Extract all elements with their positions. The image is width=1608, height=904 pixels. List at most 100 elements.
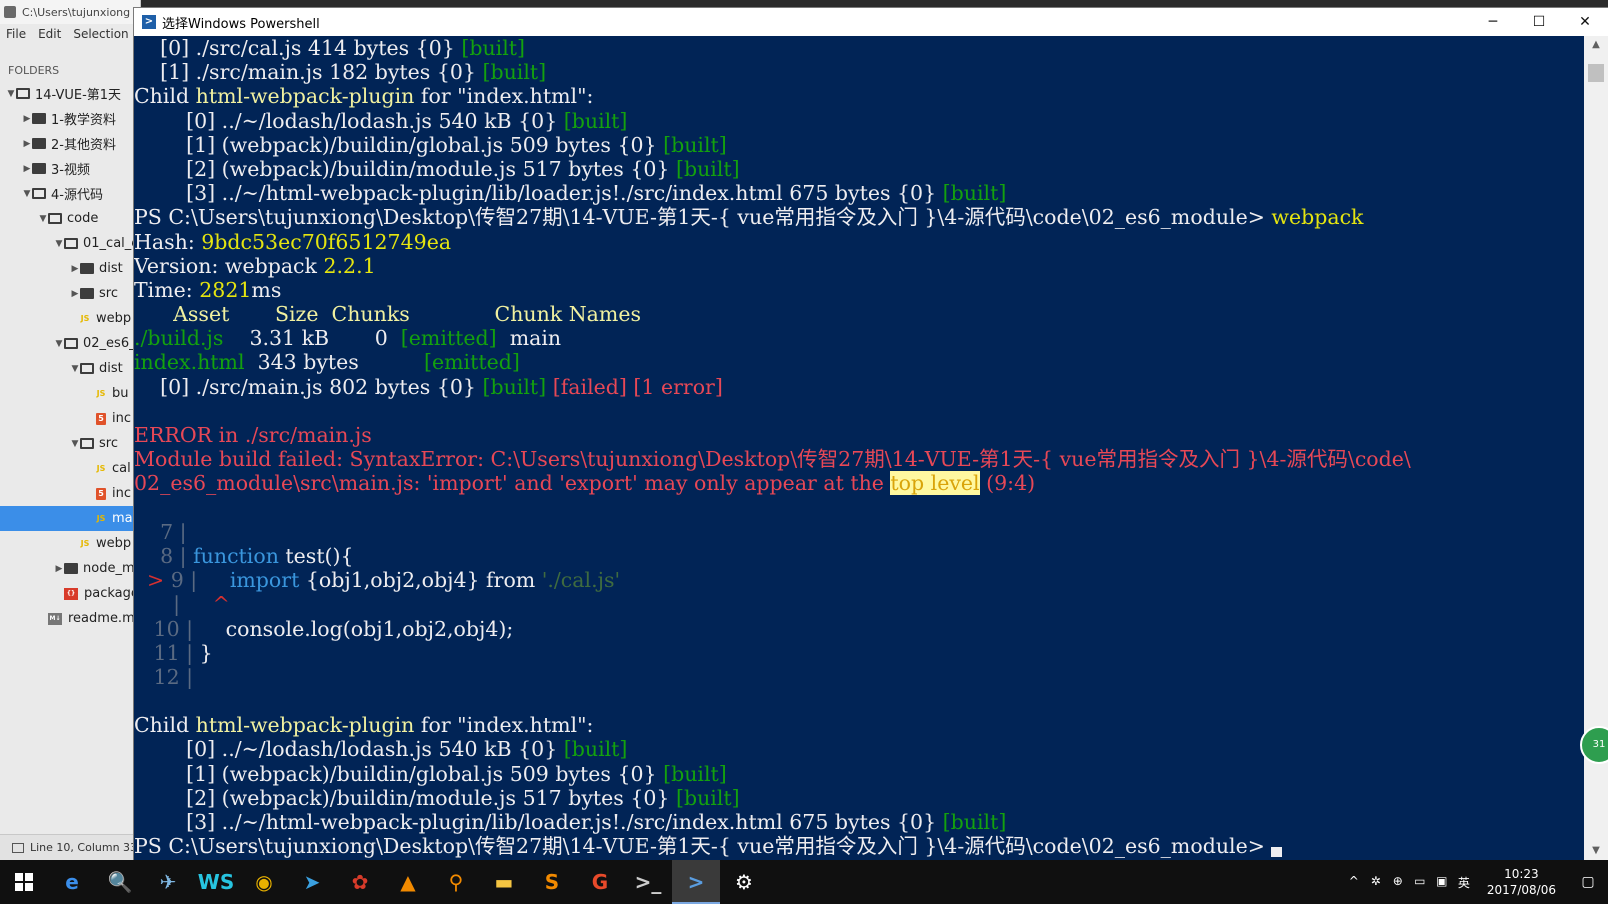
sublime-icon[interactable]: S bbox=[528, 860, 576, 904]
js-file-icon: JS bbox=[96, 463, 106, 473]
chevron-down-icon[interactable]: ▼ bbox=[6, 89, 16, 99]
chrome-icon[interactable]: ◉ bbox=[240, 860, 288, 904]
tree-item[interactable]: 5 inc bbox=[0, 481, 140, 506]
chevron-down-icon[interactable]: ▼ bbox=[70, 364, 80, 374]
search-app-icon[interactable]: ⚲ bbox=[432, 860, 480, 904]
console-line: > 9 | import {obj1,obj2,obj4} from './ca… bbox=[134, 568, 1584, 592]
terminal-icon[interactable]: >_ bbox=[624, 860, 672, 904]
search-tool-icon[interactable]: 🔍 bbox=[96, 860, 144, 904]
tree-item[interactable]: JS ma bbox=[0, 506, 140, 531]
minimize-button[interactable]: ─ bbox=[1470, 8, 1516, 36]
tree-item[interactable]: ▶ src bbox=[0, 281, 140, 306]
chevron-right-icon[interactable]: ▶ bbox=[22, 114, 32, 124]
folder-icon bbox=[32, 163, 46, 174]
start-button[interactable] bbox=[0, 860, 48, 904]
tree-item[interactable]: 5 inc bbox=[0, 406, 140, 431]
powershell-titlebar[interactable]: > 选择Windows Powershell ─ ☐ ✕ bbox=[134, 8, 1608, 36]
console-text: [1] ./src/main.js 182 bytes {0} bbox=[134, 60, 483, 85]
edge-icon[interactable]: e bbox=[48, 860, 96, 904]
tree-item[interactable]: JS cal bbox=[0, 456, 140, 481]
tree-item[interactable]: ▼ 4-源代码 bbox=[0, 181, 140, 206]
chevron-right-icon[interactable]: ▶ bbox=[70, 264, 80, 274]
chevron-right-icon[interactable]: ▶ bbox=[54, 564, 64, 574]
console-text: [1] (webpack)/buildin/global.js 509 byte… bbox=[134, 132, 664, 157]
tree-item[interactable]: ▶ 3-视频 bbox=[0, 156, 140, 181]
cursor-position: Line 10, Column 33 bbox=[30, 841, 138, 854]
app-icon-2[interactable]: ✿ bbox=[336, 860, 384, 904]
tree-item[interactable]: ▼ code bbox=[0, 206, 140, 231]
panel-toggle-icon[interactable] bbox=[12, 842, 24, 853]
console-text: Chunks bbox=[331, 302, 410, 327]
tree-item[interactable]: ▼ 01_cal_e bbox=[0, 231, 140, 256]
tray-icon[interactable]: ⊕ bbox=[1387, 874, 1409, 891]
tree-item-label: 02_es6_ bbox=[83, 336, 136, 351]
tray-icon[interactable]: ▭ bbox=[1409, 874, 1431, 891]
chevron-down-icon[interactable]: ▼ bbox=[38, 214, 48, 224]
tree-item[interactable]: JS webp bbox=[0, 531, 140, 556]
tree-item-label: ma bbox=[112, 511, 133, 526]
console-line: 8 | function test(){ bbox=[134, 544, 1584, 568]
app-icon-1[interactable]: ✈ bbox=[144, 860, 192, 904]
menu-file[interactable]: File bbox=[6, 27, 26, 41]
console-text: [built] bbox=[942, 810, 1007, 834]
console-text: 10 bbox=[134, 616, 187, 641]
tree-item[interactable]: ▼ src bbox=[0, 431, 140, 456]
scroll-up-icon[interactable]: ▲ bbox=[1584, 36, 1608, 54]
folder-open-icon bbox=[32, 188, 46, 199]
scroll-thumb[interactable] bbox=[1588, 64, 1604, 82]
tray-icon[interactable]: ✲ bbox=[1365, 874, 1387, 891]
tray-icon[interactable]: 英 bbox=[1453, 874, 1475, 891]
console-text: import bbox=[229, 568, 300, 593]
console-text: 2.2.1 bbox=[323, 253, 376, 278]
system-tray: ^ ✲ ⊕ ▭ ▣ 英 10:23 2017/08/06 ▢ bbox=[1343, 860, 1608, 904]
chevron-down-icon[interactable]: ▼ bbox=[54, 339, 64, 349]
telegram-glyph-icon: ➤ bbox=[303, 870, 321, 894]
notification-icon[interactable]: ▢ bbox=[1568, 874, 1608, 890]
console-text: [1] (webpack)/buildin/global.js 509 byte… bbox=[134, 761, 664, 786]
close-button[interactable]: ✕ bbox=[1562, 8, 1608, 36]
tree-item-label: code bbox=[67, 211, 99, 226]
console-text: [built] bbox=[675, 156, 740, 181]
settings-icon[interactable]: ⚙ bbox=[720, 860, 768, 904]
chevron-right-icon[interactable]: ▶ bbox=[22, 164, 32, 174]
webstorm-icon[interactable]: WS bbox=[192, 860, 240, 904]
console-line: Version: webpack 2.2.1 bbox=[134, 254, 1584, 278]
tree-item[interactable]: ▶ dist bbox=[0, 256, 140, 281]
tree-item[interactable]: {} package bbox=[0, 581, 140, 606]
tree-item[interactable]: M↓ readme.m bbox=[0, 606, 140, 631]
chevron-down-icon[interactable]: ▼ bbox=[22, 189, 32, 199]
powershell-icon[interactable]: > bbox=[672, 860, 720, 904]
console-output[interactable]: [0] ./src/cal.js 414 bytes {0} [built] [… bbox=[134, 36, 1584, 860]
tree-item-label: 1-教学资料 bbox=[51, 113, 116, 128]
git-icon[interactable]: G bbox=[576, 860, 624, 904]
tree-item[interactable]: ▶ 2-其他资料 bbox=[0, 131, 140, 156]
tree-item[interactable]: ▼ 02_es6_ bbox=[0, 331, 140, 356]
scroll-down-icon[interactable]: ▼ bbox=[1584, 842, 1608, 860]
menu-edit[interactable]: Edit bbox=[38, 27, 61, 41]
tree-item[interactable]: ▶ 1-教学资料 bbox=[0, 106, 140, 131]
vlc-icon[interactable]: ▲ bbox=[384, 860, 432, 904]
tree-item[interactable]: ▼ dist bbox=[0, 356, 140, 381]
file-explorer-glyph-icon: ▬ bbox=[494, 870, 514, 894]
tree-item[interactable]: ▶ node_m bbox=[0, 556, 140, 581]
console-line: [1] (webpack)/buildin/global.js 509 byte… bbox=[134, 762, 1584, 786]
console-text: top level bbox=[890, 471, 980, 496]
file-explorer-icon[interactable]: ▬ bbox=[480, 860, 528, 904]
chevron-down-icon[interactable]: ▼ bbox=[54, 239, 64, 249]
clock-date: 2017/08/06 bbox=[1486, 883, 1556, 897]
console-text: console.log(obj1,obj2,obj4); bbox=[193, 616, 514, 641]
telegram-icon[interactable]: ➤ bbox=[288, 860, 336, 904]
clock[interactable]: 10:23 2017/08/06 bbox=[1475, 866, 1568, 898]
tree-item[interactable]: JS webp bbox=[0, 306, 140, 331]
menu-selection[interactable]: Selection bbox=[73, 27, 128, 41]
chevron-right-icon[interactable]: ▶ bbox=[70, 289, 80, 299]
maximize-button[interactable]: ☐ bbox=[1516, 8, 1562, 36]
console-line: PS C:\Users\tujunxiong\Desktop\传智27期\14-… bbox=[134, 834, 1584, 858]
chevron-down-icon[interactable]: ▼ bbox=[70, 439, 80, 449]
tree-item[interactable]: ▼ 14-VUE-第1天 bbox=[0, 81, 140, 106]
tray-icon[interactable]: ^ bbox=[1343, 874, 1365, 891]
tree-item[interactable]: JS bu bbox=[0, 381, 140, 406]
tray-icon[interactable]: ▣ bbox=[1431, 874, 1453, 891]
chevron-right-icon[interactable]: ▶ bbox=[22, 139, 32, 149]
